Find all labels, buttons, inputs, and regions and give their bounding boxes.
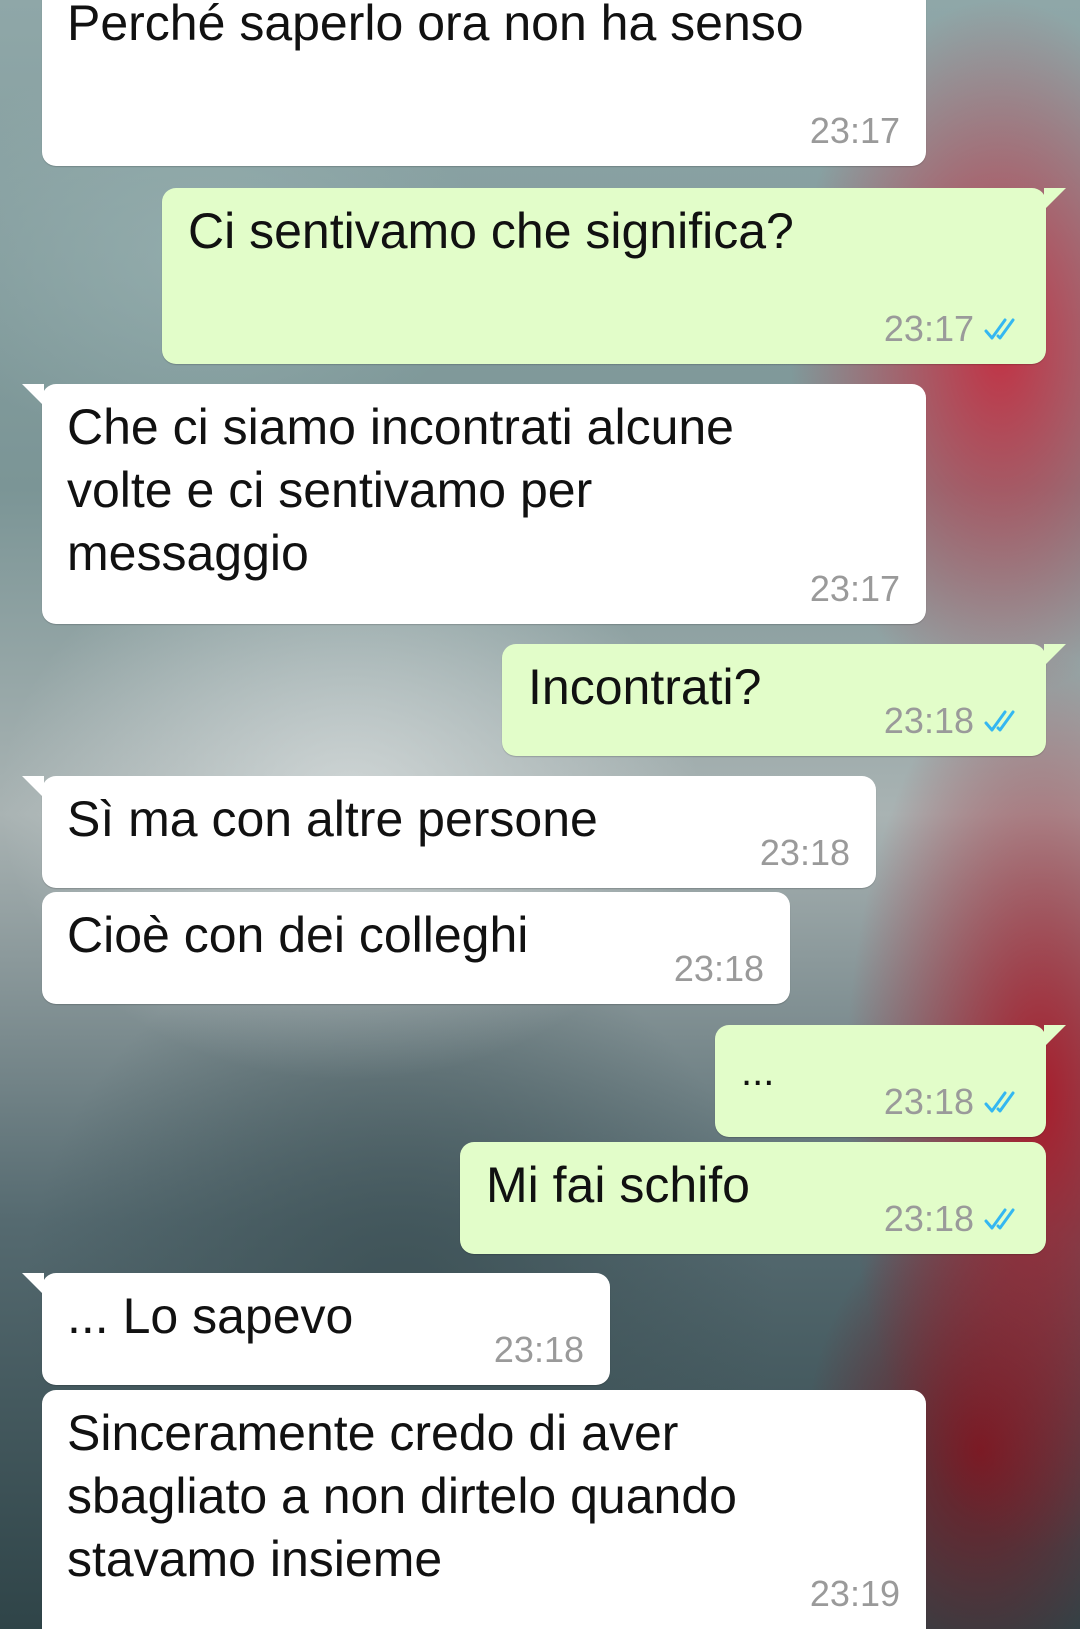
message-time: 23:18 xyxy=(883,1081,974,1122)
message-text: Sì ma con altre persone xyxy=(67,791,598,847)
incoming-message[interactable]: Che ci siamo incontrati alcune volte e c… xyxy=(22,384,926,624)
message-meta: 23:17 xyxy=(810,568,900,610)
message-text: Perché saperlo ora non ha senso xyxy=(67,0,804,51)
message-meta: 23:18 xyxy=(884,1081,1024,1123)
outgoing-message[interactable]: Incontrati? 23:18 xyxy=(502,644,1066,756)
message-text: Ci sentivamo che significa? xyxy=(188,203,794,259)
outgoing-message[interactable]: Mi fai schifo 23:18 xyxy=(460,1142,1046,1254)
message-text: Cioè con dei colleghi xyxy=(67,907,529,963)
outgoing-message[interactable]: ... 23:18 xyxy=(715,1025,1066,1137)
message-meta: 23:18 xyxy=(884,1198,1024,1240)
message-meta: 23:18 xyxy=(760,832,850,874)
message-text: Che ci siamo incontrati alcune volte e c… xyxy=(67,399,734,581)
read-ticks-icon xyxy=(984,1208,1015,1230)
incoming-message[interactable]: Cioè con dei colleghi 23:18 xyxy=(42,892,790,1004)
message-meta: 23:17 xyxy=(884,308,1024,350)
message-text: Mi fai schifo xyxy=(486,1157,750,1213)
outgoing-message[interactable]: Ci sentivamo che significa? 23:17 xyxy=(162,188,1066,364)
read-ticks-icon xyxy=(984,318,1015,340)
message-text: ... Lo sapevo xyxy=(67,1288,354,1344)
message-meta: 23:17 xyxy=(810,110,900,152)
message-time: 23:17 xyxy=(809,568,900,609)
message-text: Sinceramente credo di aver sbagliato a n… xyxy=(67,1405,737,1587)
incoming-message[interactable]: ... Lo sapevo 23:18 xyxy=(22,1273,610,1385)
message-time: 23:18 xyxy=(673,948,764,989)
message-time: 23:18 xyxy=(759,832,850,873)
message-text: ... xyxy=(741,1050,775,1094)
message-meta: 23:18 xyxy=(884,700,1024,742)
incoming-message[interactable]: Sinceramente credo di aver sbagliato a n… xyxy=(42,1390,926,1629)
message-time: 23:18 xyxy=(883,1198,974,1239)
message-meta: 23:19 xyxy=(810,1573,900,1615)
read-ticks-icon xyxy=(984,710,1015,732)
message-time: 23:19 xyxy=(809,1573,900,1614)
incoming-message[interactable]: Sì ma con altre persone 23:18 xyxy=(22,776,876,888)
message-time: 23:18 xyxy=(493,1329,584,1370)
message-meta: 23:18 xyxy=(674,948,764,990)
message-time: 23:18 xyxy=(883,700,974,741)
message-time: 23:17 xyxy=(883,308,974,349)
read-ticks-icon xyxy=(984,1091,1015,1113)
incoming-message[interactable]: Perché saperlo ora non ha senso 23:17 xyxy=(42,0,926,166)
message-meta: 23:18 xyxy=(494,1329,584,1371)
message-time: 23:17 xyxy=(809,110,900,151)
message-text: Incontrati? xyxy=(528,659,762,715)
